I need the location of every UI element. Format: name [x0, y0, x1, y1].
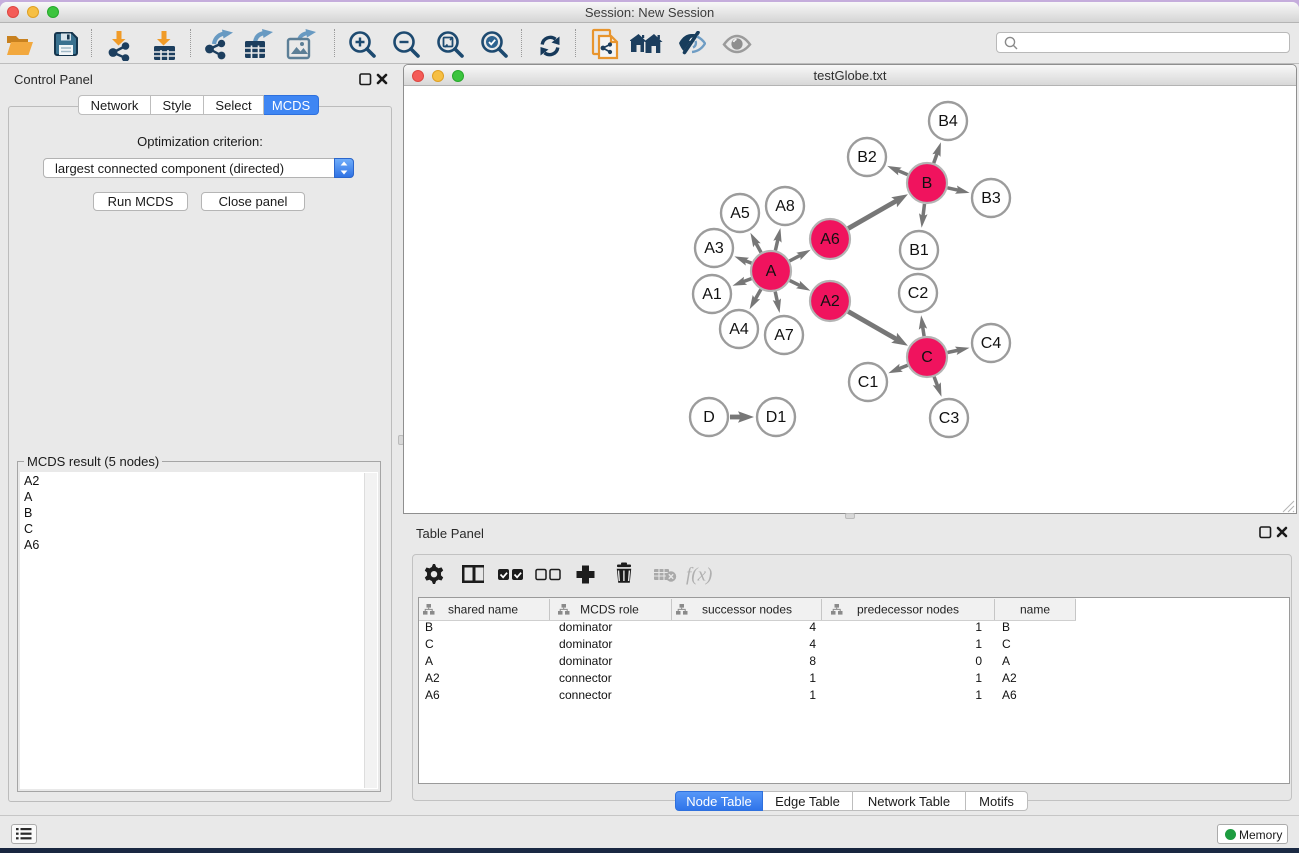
svg-text:B1: B1 — [909, 242, 929, 259]
svg-text:C: C — [921, 349, 933, 366]
svg-text:A7: A7 — [774, 327, 794, 344]
svg-text:A5: A5 — [730, 205, 750, 222]
svg-text:predecessor nodes: predecessor nodes — [857, 603, 959, 617]
svg-text:C3: C3 — [938, 410, 959, 427]
svg-text:shared name: shared name — [448, 603, 518, 617]
svg-text:MCDS role: MCDS role — [580, 603, 639, 617]
svg-text:A1: A1 — [702, 286, 722, 303]
svg-text:C2: C2 — [907, 285, 928, 302]
svg-text:B2: B2 — [857, 149, 877, 166]
svg-text:D: D — [703, 409, 715, 426]
svg-text:A: A — [765, 263, 776, 280]
svg-text:A3: A3 — [704, 240, 724, 257]
svg-text:B3: B3 — [981, 190, 1001, 207]
svg-text:f(x): f(x) — [686, 565, 712, 586]
svg-text:A8: A8 — [775, 198, 795, 215]
svg-text:A2: A2 — [820, 293, 840, 310]
svg-text:C4: C4 — [980, 335, 1001, 352]
svg-text:A4: A4 — [729, 321, 749, 338]
svg-text:B4: B4 — [938, 113, 958, 130]
svg-text:successor nodes: successor nodes — [702, 603, 792, 617]
svg-text:C1: C1 — [857, 374, 878, 391]
svg-text:D1: D1 — [765, 409, 786, 426]
svg-text:B: B — [921, 175, 932, 192]
svg-text:A6: A6 — [820, 231, 840, 248]
svg-text:name: name — [1020, 603, 1050, 617]
